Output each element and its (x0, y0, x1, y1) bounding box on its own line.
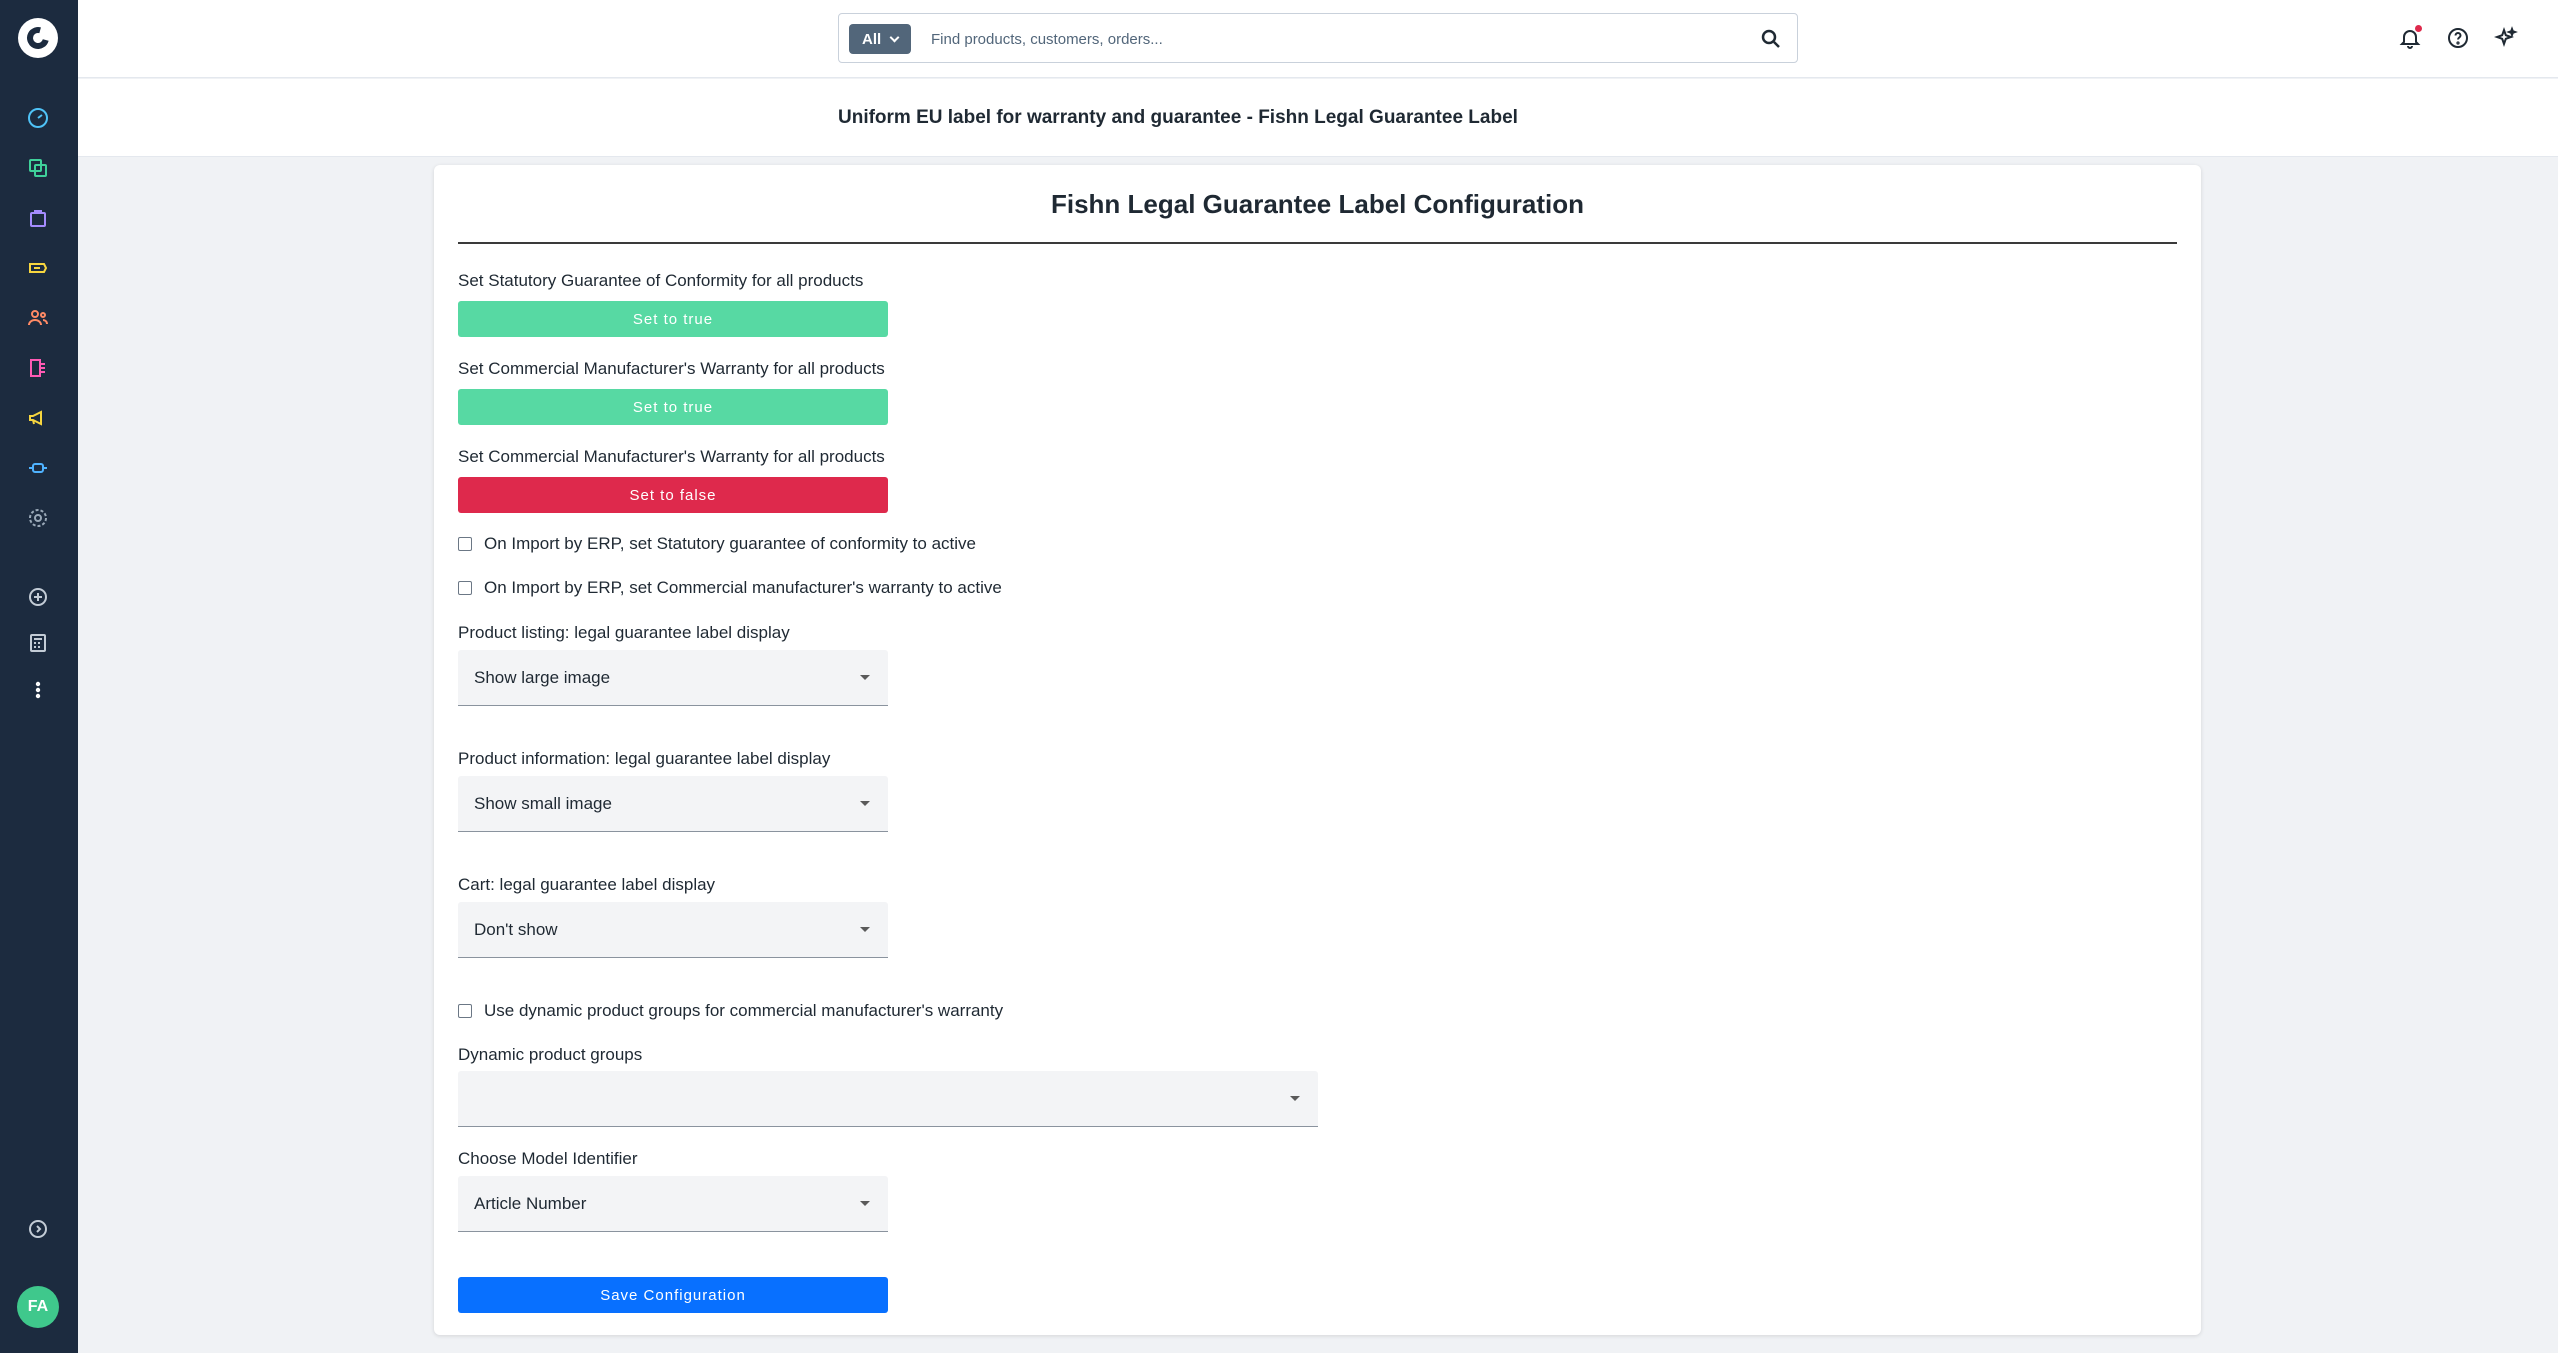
set-commercial-true-button[interactable]: Set to true (458, 389, 888, 425)
dashboard-gauge-icon[interactable] (23, 103, 53, 133)
add-circle-icon[interactable] (23, 582, 53, 612)
info-label: Product information: legal guarantee lab… (458, 749, 831, 768)
global-search: All (838, 13, 1798, 63)
erp-commercial-row: On Import by ERP, set Commercial manufac… (458, 578, 1002, 598)
sidebar: FA (0, 0, 78, 1353)
help-icon[interactable] (2442, 22, 2474, 54)
set-commercial-false-button[interactable]: Set to false (458, 477, 888, 513)
commercial-false-label: Set Commercial Manufacturer's Warranty f… (458, 447, 885, 466)
model-identifier-value: Article Number (474, 1194, 587, 1213)
save-configuration-button[interactable]: Save Configuration (458, 1277, 888, 1313)
erp-statutory-label: On Import by ERP, set Statutory guarante… (484, 534, 976, 553)
cart-display-value: Don't show (474, 920, 558, 939)
search-icon[interactable] (1759, 27, 1783, 51)
users-icon[interactable] (23, 303, 53, 333)
erp-commercial-label: On Import by ERP, set Commercial manufac… (484, 578, 1002, 597)
chevron-down-icon (889, 32, 900, 42)
cart-display-select[interactable]: Don't show (458, 902, 888, 958)
marketing-megaphone-icon[interactable] (23, 403, 53, 433)
commercial-true-label: Set Commercial Manufacturer's Warranty f… (458, 359, 885, 378)
shopware-logo[interactable] (18, 18, 58, 58)
dynamic-groups-label: Dynamic product groups (458, 1045, 643, 1064)
caret-down-icon (860, 801, 870, 806)
caret-down-icon (860, 675, 870, 680)
orders-bag-icon[interactable] (23, 203, 53, 233)
erp-statutory-row: On Import by ERP, set Statutory guarante… (458, 534, 976, 554)
model-identifier-select[interactable]: Article Number (458, 1176, 888, 1232)
top-bar: All (78, 0, 2558, 78)
notifications-bell-icon[interactable] (2394, 22, 2426, 54)
expand-chevron-icon[interactable] (23, 1214, 53, 1244)
erp-statutory-checkbox[interactable] (458, 537, 472, 551)
caret-down-icon (860, 1201, 870, 1206)
more-vertical-icon[interactable] (23, 675, 53, 705)
info-display-select[interactable]: Show small image (458, 776, 888, 832)
user-avatar[interactable]: FA (17, 1286, 59, 1328)
dynamic-groups-checkbox[interactable] (458, 1004, 472, 1018)
statutory-label: Set Statutory Guarantee of Conformity fo… (458, 271, 864, 290)
caret-down-icon (860, 927, 870, 932)
ai-sparkle-icon[interactable] (2490, 22, 2522, 54)
title-divider (458, 242, 2177, 244)
search-scope-select[interactable]: All (849, 24, 912, 54)
configuration-card: Fishn Legal Guarantee Label Configuratio… (434, 165, 2201, 1335)
cart-label: Cart: legal guarantee label display (458, 875, 716, 894)
caret-down-icon (1290, 1096, 1300, 1101)
catalog-icon[interactable] (23, 153, 53, 183)
settings-gear-icon[interactable] (23, 503, 53, 533)
notification-badge (2415, 25, 2422, 32)
info-display-value: Show small image (474, 794, 612, 813)
config-title: Fishn Legal Guarantee Label Configuratio… (1050, 189, 1585, 219)
page-header: Uniform EU label for warranty and guaran… (78, 79, 2558, 157)
search-scope-label: All (862, 30, 882, 48)
dynamic-groups-select[interactable] (458, 1071, 1318, 1127)
extensions-plug-icon[interactable] (23, 453, 53, 483)
dynamic-groups-check-label: Use dynamic product groups for commercia… (484, 1001, 1004, 1020)
page-title: Uniform EU label for warranty and guaran… (838, 107, 1518, 128)
erp-commercial-checkbox[interactable] (458, 581, 472, 595)
dynamic-groups-row: Use dynamic product groups for commercia… (458, 1001, 1003, 1021)
listing-label: Product listing: legal guarantee label d… (458, 623, 790, 642)
search-input[interactable] (931, 24, 1731, 54)
customers-ticket-icon[interactable] (23, 253, 53, 283)
content-icon[interactable] (23, 353, 53, 383)
calculator-icon[interactable] (23, 628, 53, 658)
set-statutory-true-button[interactable]: Set to true (458, 301, 888, 337)
listing-display-select[interactable]: Show large image (458, 650, 888, 706)
listing-display-value: Show large image (474, 668, 611, 687)
model-identifier-label: Choose Model Identifier (458, 1149, 638, 1168)
